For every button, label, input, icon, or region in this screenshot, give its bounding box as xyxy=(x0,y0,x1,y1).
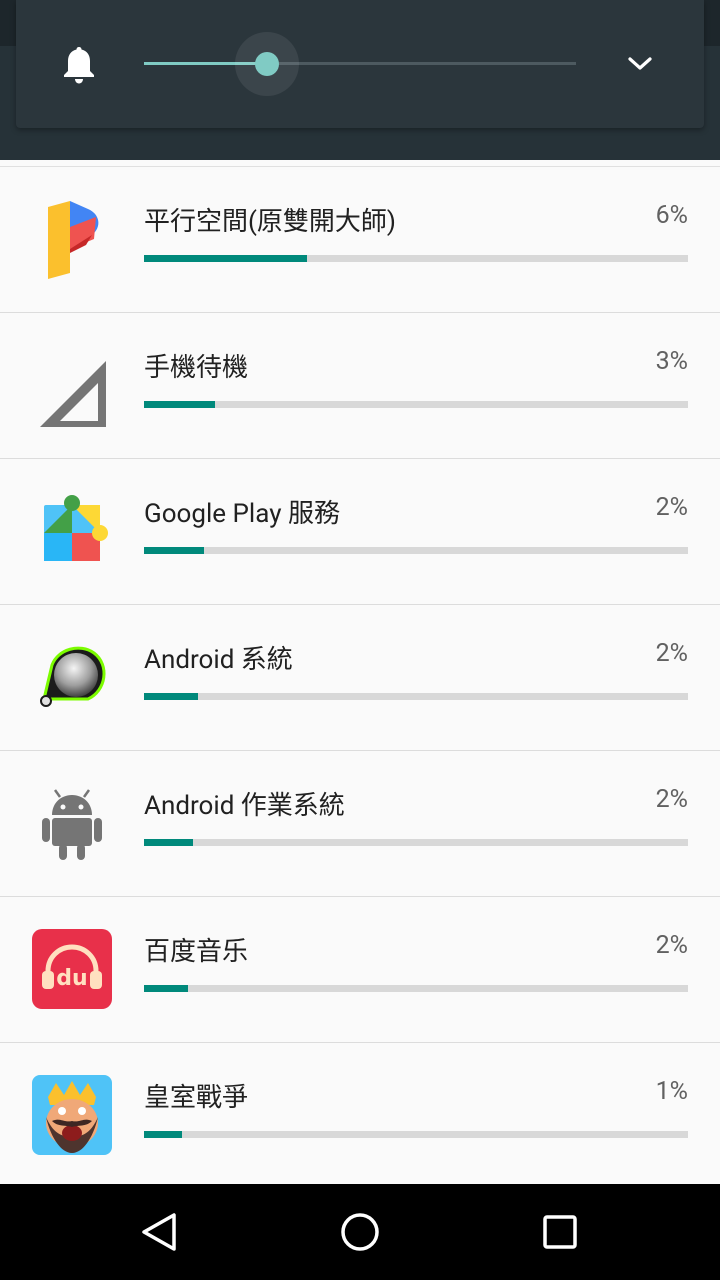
usage-bar xyxy=(144,839,688,846)
app-row-android-system[interactable]: Android 系統 2% xyxy=(0,605,720,751)
app-name: 手機待機 xyxy=(144,353,249,383)
usage-bar-fill xyxy=(144,547,204,554)
app-percent: 3% xyxy=(655,347,688,376)
usage-bar-fill xyxy=(144,693,199,700)
app-name: 百度音乐 xyxy=(144,937,249,967)
usage-bar xyxy=(144,255,688,262)
bell-icon[interactable] xyxy=(60,44,98,86)
app-percent: 2% xyxy=(655,493,688,522)
usage-bar xyxy=(144,693,688,700)
google-play-services-icon xyxy=(44,495,108,561)
recents-icon[interactable] xyxy=(530,1202,590,1262)
app-name: Android 作業系統 xyxy=(144,791,345,821)
signal-icon xyxy=(40,361,106,427)
usage-bar xyxy=(144,547,688,554)
app-percent: 1% xyxy=(655,1077,688,1106)
app-row-clash-royale[interactable]: 皇室戰爭 1% xyxy=(0,1043,720,1189)
usage-bar xyxy=(144,985,688,992)
back-icon[interactable] xyxy=(130,1202,190,1262)
app-percent: 2% xyxy=(655,639,688,668)
app-name: Google Play 服務 xyxy=(144,499,340,529)
app-row-phone-idle[interactable]: 手機待機 3% xyxy=(0,313,720,459)
app-row-parallel-space[interactable]: 平行空間(原雙開大師) 6% xyxy=(0,166,720,313)
app-name: Android 系統 xyxy=(144,645,293,675)
usage-bar xyxy=(144,401,688,408)
app-name: 皇室戰爭 xyxy=(144,1083,249,1113)
app-percent: 2% xyxy=(655,931,688,960)
android-robot-icon xyxy=(42,789,102,860)
app-row-android-os[interactable]: Android 作業系統 2% xyxy=(0,751,720,897)
usage-bar-fill xyxy=(144,839,193,846)
app-row-baidu-music[interactable]: du 百度音乐 2% xyxy=(0,897,720,1043)
app-percent: 6% xyxy=(655,201,688,230)
usage-bar-fill xyxy=(144,255,308,262)
app-percent: 2% xyxy=(655,785,688,814)
usage-bar-fill xyxy=(144,985,188,992)
app-row-google-play-services[interactable]: Google Play 服務 2% xyxy=(0,459,720,605)
navigation-bar xyxy=(0,1184,720,1280)
baidu-music-icon: du xyxy=(32,929,112,1009)
parallel-space-icon xyxy=(48,201,99,279)
clash-royale-icon xyxy=(32,1075,112,1155)
android-system-icon xyxy=(40,646,106,707)
volume-slider-thumb[interactable] xyxy=(255,52,279,76)
battery-usage-list: 平行空間(原雙開大師) 6% 手機待機 3% Google Play 服務 2% xyxy=(0,166,720,1189)
svg-text:du: du xyxy=(56,966,87,991)
usage-bar xyxy=(144,1131,688,1138)
usage-bar-fill xyxy=(144,401,215,408)
chevron-down-icon[interactable] xyxy=(626,54,654,74)
app-name: 平行空間(原雙開大師) xyxy=(144,207,396,237)
volume-panel xyxy=(16,0,704,128)
usage-bar-fill xyxy=(144,1131,183,1138)
home-icon[interactable] xyxy=(330,1202,390,1262)
